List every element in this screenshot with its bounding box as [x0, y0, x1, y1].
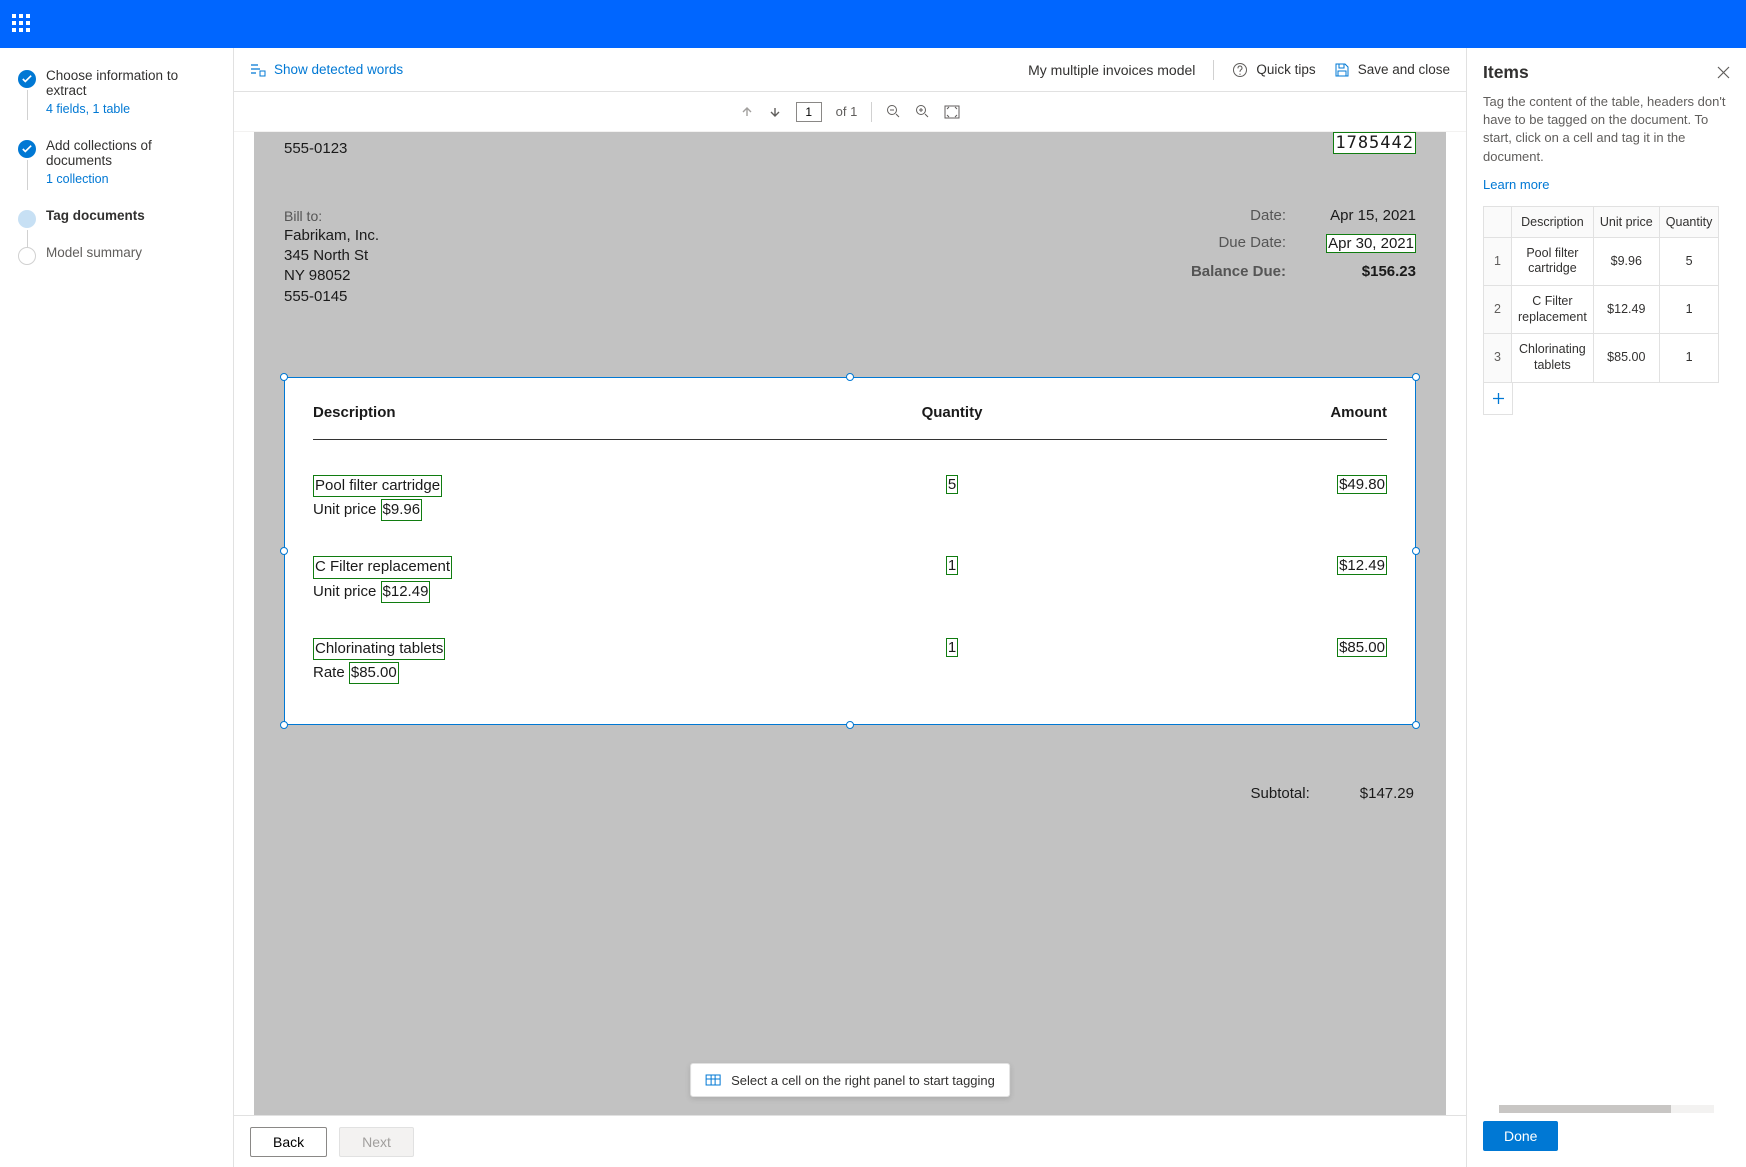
cell-tag[interactable]: $49.80 — [1337, 475, 1387, 494]
balance-due-value: $156.23 — [1326, 263, 1416, 280]
items-row: 2 C Filter replacement $12.49 1 — [1484, 286, 1719, 334]
items-cell[interactable]: 5 — [1659, 237, 1719, 285]
document-viewer: of 1 555-0123 1785442 Bill to — [234, 92, 1466, 1115]
learn-more-link[interactable]: Learn more — [1483, 177, 1549, 192]
zoom-in-button[interactable] — [915, 104, 930, 119]
cell-tag[interactable]: Chlorinating tablets — [313, 638, 445, 660]
table-icon — [705, 1072, 721, 1088]
subtotal-label: Subtotal: — [1251, 785, 1310, 802]
done-button[interactable]: Done — [1483, 1121, 1558, 1151]
add-row-button[interactable] — [1483, 383, 1513, 415]
panel-description: Tag the content of the table, headers do… — [1467, 93, 1746, 172]
cell-tag[interactable]: 5 — [946, 475, 958, 494]
table-row: Pool filter cartridge Unit price $9.96 5… — [313, 475, 1387, 522]
items-col-description[interactable]: Description — [1512, 206, 1594, 237]
plus-icon — [1492, 392, 1505, 405]
items-col-unit-price[interactable]: Unit price — [1593, 206, 1659, 237]
step-choose-info[interactable]: Choose information to extract 4 fields, … — [18, 68, 215, 116]
page-count-label: of 1 — [836, 104, 858, 119]
items-cell[interactable]: 1 — [1659, 286, 1719, 334]
save-and-close-button[interactable]: Save and close — [1334, 62, 1450, 78]
due-date-label: Due Date: — [1218, 234, 1286, 253]
page-number-input[interactable] — [796, 102, 822, 122]
cell-tag[interactable]: C Filter replacement — [313, 556, 452, 578]
cell-tag[interactable]: $9.96 — [381, 499, 423, 521]
invoice-number-tag[interactable]: 1785442 — [1333, 132, 1416, 154]
col-header-description: Description — [313, 404, 807, 421]
due-date-tag[interactable]: Apr 30, 2021 — [1326, 234, 1416, 253]
items-col-quantity[interactable]: Quantity — [1659, 206, 1719, 237]
document-scroll-area[interactable]: 555-0123 1785442 Bill to: Fabrikam, Inc.… — [234, 132, 1466, 1115]
col-header-quantity: Quantity — [807, 404, 1097, 421]
cell-tag[interactable]: $85.00 — [349, 662, 399, 684]
panel-title: Items — [1483, 62, 1529, 83]
table-row: Chlorinating tablets Rate $85.00 1 $85.0… — [313, 638, 1387, 685]
items-row: 1 Pool filter cartridge $9.96 5 — [1484, 237, 1719, 285]
model-name-label: My multiple invoices model — [1028, 62, 1195, 78]
tagging-hint-toast: Select a cell on the right panel to star… — [690, 1063, 1010, 1097]
date-value: Apr 15, 2021 — [1326, 207, 1416, 224]
cell-tag[interactable]: 1 — [946, 638, 958, 657]
cell-tag[interactable]: Pool filter cartridge — [313, 475, 442, 497]
text-detect-icon — [250, 62, 266, 78]
show-detected-words-button[interactable]: Show detected words — [250, 62, 403, 78]
app-bar — [0, 0, 1746, 48]
wizard-steps: Choose information to extract 4 fields, … — [0, 48, 234, 1167]
zoom-out-button[interactable] — [886, 104, 901, 119]
bill-to-block: Bill to: Fabrikam, Inc. 345 North St NY … — [284, 207, 379, 307]
step-model-summary[interactable]: Model summary — [18, 245, 215, 260]
cell-tag[interactable]: $12.49 — [381, 581, 431, 603]
cell-tag[interactable]: 1 — [946, 556, 958, 575]
items-cell[interactable]: $9.96 — [1593, 237, 1659, 285]
items-cell[interactable]: C Filter replacement — [1512, 286, 1594, 334]
step-tag-documents[interactable]: Tag documents — [18, 208, 215, 223]
cell-tag[interactable]: $12.49 — [1337, 556, 1387, 575]
next-page-button[interactable] — [768, 105, 782, 119]
col-header-amount: Amount — [1097, 404, 1387, 421]
back-button[interactable]: Back — [250, 1127, 327, 1157]
cell-tag[interactable]: $85.00 — [1337, 638, 1387, 657]
step-add-collections[interactable]: Add collections of documents 1 collectio… — [18, 138, 215, 186]
items-cell[interactable]: $12.49 — [1593, 286, 1659, 334]
app-launcher-icon[interactable] — [12, 14, 32, 34]
items-panel: Items Tag the content of the table, head… — [1466, 48, 1746, 1167]
next-button: Next — [339, 1127, 414, 1157]
items-table: Description Unit price Quantity 1 Pool f… — [1483, 206, 1719, 383]
items-cell[interactable]: Chlorinating tablets — [1512, 334, 1594, 382]
help-icon — [1232, 62, 1248, 78]
subtotal-value: $147.29 — [1360, 785, 1414, 802]
quick-tips-button[interactable]: Quick tips — [1232, 62, 1315, 78]
prev-page-button[interactable] — [740, 105, 754, 119]
close-panel-button[interactable] — [1717, 66, 1730, 79]
save-icon — [1334, 62, 1350, 78]
items-row: 3 Chlorinating tablets $85.00 1 — [1484, 334, 1719, 382]
date-label: Date: — [1250, 207, 1286, 224]
panel-horizontal-scrollbar[interactable] — [1499, 1103, 1714, 1113]
balance-due-label: Balance Due: — [1191, 263, 1286, 280]
fit-to-screen-button[interactable] — [944, 105, 960, 119]
items-cell[interactable]: $85.00 — [1593, 334, 1659, 382]
close-icon — [1717, 66, 1730, 79]
items-cell[interactable]: 1 — [1659, 334, 1719, 382]
items-cell[interactable]: Pool filter cartridge — [1512, 237, 1594, 285]
main-area: Show detected words My multiple invoices… — [234, 48, 1466, 1167]
command-bar: Show detected words My multiple invoices… — [234, 48, 1466, 92]
viewer-toolbar: of 1 — [234, 92, 1466, 132]
wizard-footer: Back Next — [234, 1115, 1466, 1167]
table-selection-region[interactable]: Description Quantity Amount Pool filter … — [284, 377, 1416, 726]
vendor-phone: 555-0123 — [284, 132, 347, 157]
table-row: C Filter replacement Unit price $12.49 1… — [313, 556, 1387, 603]
